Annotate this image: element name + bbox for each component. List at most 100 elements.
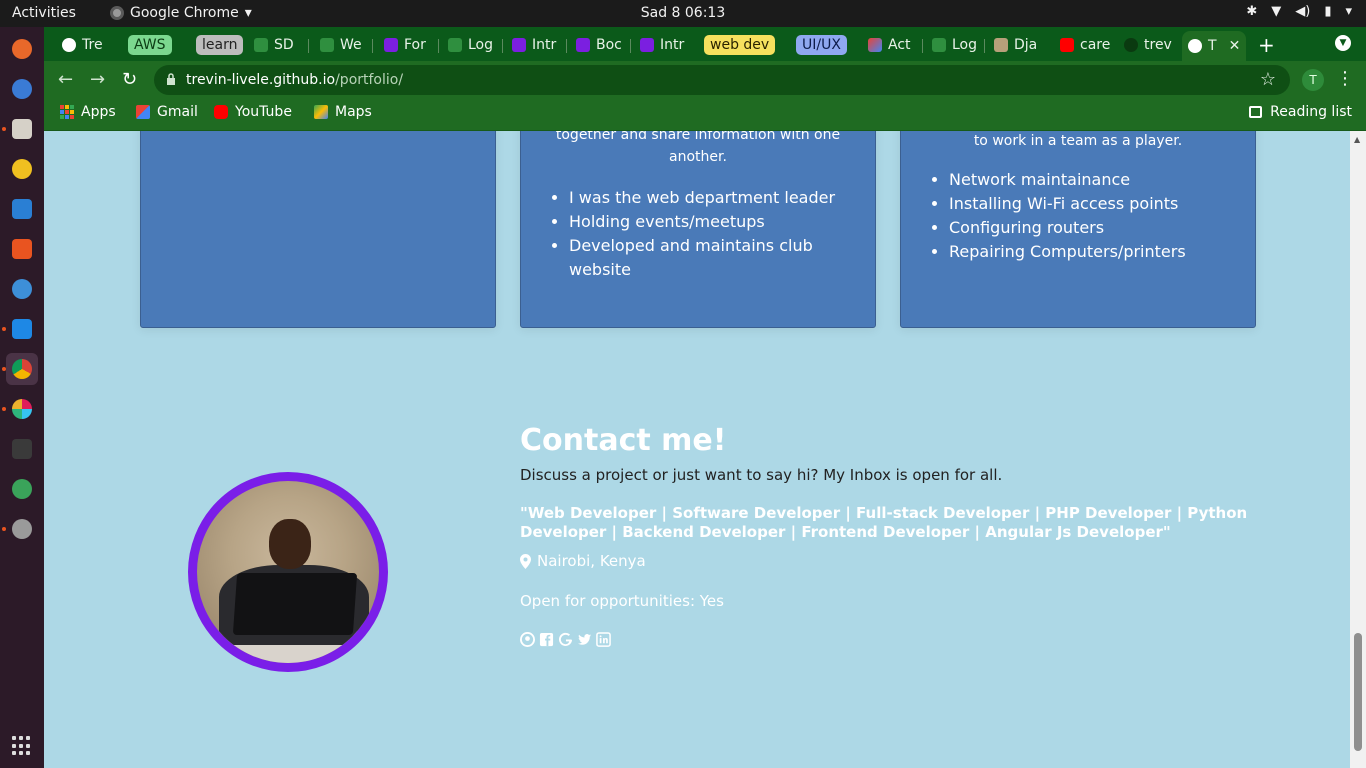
twitter-icon[interactable] [577, 632, 592, 647]
tab-group-learn[interactable]: learn [196, 31, 244, 59]
bookmark-star-icon[interactable]: ☆ [1260, 69, 1276, 90]
tab-group-label: AWS [128, 35, 172, 55]
page-scrollbar[interactable]: ▲ [1350, 131, 1366, 768]
tree-icon [932, 38, 946, 52]
tree-icon [254, 38, 268, 52]
bootstrap-icon [640, 38, 654, 52]
address-bar[interactable]: trevin-livele.github.io/portfolio/ ☆ [154, 65, 1290, 95]
tab[interactable]: Log [926, 31, 982, 59]
app-menu[interactable]: Google Chrome ▾ [110, 5, 252, 21]
dock-slack[interactable] [6, 393, 38, 425]
tab-group-label: web dev [704, 35, 776, 55]
bookmark-maps[interactable]: Maps [314, 104, 372, 120]
volume-icon[interactable]: ◀) [1295, 4, 1310, 19]
new-tab-button[interactable]: + [1258, 33, 1275, 57]
tab-group-web-dev[interactable]: web dev [704, 31, 776, 59]
scroll-up-icon[interactable]: ▲ [1354, 135, 1360, 144]
tab[interactable]: Boc [570, 31, 626, 59]
forward-icon[interactable]: → [90, 69, 105, 90]
tab[interactable]: Tre [56, 31, 116, 59]
experience-card: together and share information with one … [520, 131, 876, 328]
tab[interactable]: trev [1118, 31, 1182, 59]
dock-terminal[interactable] [6, 433, 38, 465]
updater-icon [12, 519, 32, 539]
reload-icon[interactable]: ↻ [122, 69, 137, 90]
tab-group-ui-ux[interactable]: UI/UX [796, 31, 847, 59]
activities-button[interactable]: Activities [12, 5, 76, 21]
tree-icon [448, 38, 462, 52]
bookmark-gmail[interactable]: Gmail [136, 104, 198, 120]
globe-icon [12, 479, 32, 499]
tab[interactable]: Log [442, 31, 498, 59]
bookmark-youtube[interactable]: YouTube [214, 104, 292, 120]
map-marker-icon [520, 553, 531, 569]
contact-lead: Discuss a project or just want to say hi… [520, 466, 1003, 484]
scrollbar-thumb[interactable] [1354, 633, 1362, 751]
chevron-down-icon: ▾ [244, 5, 252, 21]
vscode-icon [12, 319, 32, 339]
thunderbird-icon [12, 79, 32, 99]
dock-software[interactable] [6, 233, 38, 265]
menu-icon[interactable]: ⋮ [1336, 68, 1354, 89]
dock-rhythmbox[interactable] [6, 153, 38, 185]
tab-group-aws[interactable]: AWS [128, 31, 172, 59]
tab-current[interactable]: T ✕ [1182, 31, 1246, 61]
tab[interactable]: We [314, 31, 370, 59]
tab-strip: Tre AWS learn SD We For Log Intr Boc Int… [44, 27, 1366, 61]
tab-title: Tre [82, 37, 103, 53]
youtube-icon [214, 105, 228, 119]
system-top-bar: Activities Google Chrome ▾ Sad 8 06:13 ✱… [0, 0, 1366, 27]
close-icon[interactable]: ✕ [1229, 38, 1241, 54]
rhythmbox-icon [12, 159, 32, 179]
wifi-icon[interactable]: ▼ [1271, 4, 1281, 19]
url-path: /portfolio/ [335, 72, 404, 88]
tab[interactable]: For [378, 31, 434, 59]
show-apps-icon[interactable] [12, 736, 32, 756]
linkedin-icon[interactable] [596, 632, 611, 647]
url-host: trevin-livele.github.io [186, 72, 336, 88]
dock-thunderbird[interactable] [6, 73, 38, 105]
system-tray[interactable]: ✱ ▼ ◀) ▮ ▾ [1246, 4, 1352, 19]
bookmark-label: Apps [81, 104, 116, 120]
dock-chrome[interactable] [6, 353, 38, 385]
tab[interactable]: Act [862, 31, 920, 59]
tab-title: Intr [532, 37, 557, 53]
dock-writer[interactable] [6, 193, 38, 225]
tab[interactable]: care [1054, 31, 1114, 59]
tab[interactable]: Intr [634, 31, 690, 59]
tab-search-icon[interactable]: ▼ [1335, 35, 1351, 51]
github-icon[interactable] [520, 632, 535, 647]
dock-firefox[interactable] [6, 33, 38, 65]
battery-icon[interactable]: ▮ [1324, 4, 1331, 19]
reading-list-button[interactable]: Reading list [1249, 104, 1352, 120]
card-description: together and share information with one … [521, 131, 875, 168]
bootstrap-icon [576, 38, 590, 52]
tab[interactable]: SD [248, 31, 304, 59]
tab[interactable]: Dja [988, 31, 1046, 59]
dock-web-app[interactable] [6, 473, 38, 505]
software-center-icon [12, 239, 32, 259]
tab[interactable]: Intr [506, 31, 566, 59]
dock-updater[interactable] [6, 513, 38, 545]
facebook-icon[interactable] [539, 632, 554, 647]
url-text[interactable]: trevin-livele.github.io/portfolio/ [186, 72, 403, 88]
clock[interactable]: Sad 8 06:13 [641, 5, 726, 21]
chevron-down-icon[interactable]: ▾ [1345, 4, 1352, 19]
card-text-line: to work in a team as a player. [973, 133, 1183, 149]
globe-icon [1188, 39, 1202, 53]
dock-files[interactable] [6, 113, 38, 145]
social-links [520, 632, 1300, 647]
tree-icon [320, 38, 334, 52]
slack-tray-icon[interactable]: ✱ [1246, 4, 1257, 19]
google-icon[interactable] [558, 632, 573, 647]
tab-title: T [1208, 38, 1217, 54]
dock-help[interactable] [6, 273, 38, 305]
back-icon[interactable]: ← [58, 69, 73, 90]
writer-icon [12, 199, 32, 219]
list-item: Network maintainance [949, 168, 1186, 192]
dock-vscode[interactable] [6, 313, 38, 345]
profile-avatar[interactable]: T [1302, 69, 1324, 91]
tab-title: Intr [660, 37, 685, 53]
bookmark-apps[interactable]: Apps [60, 104, 116, 120]
image-icon [994, 38, 1008, 52]
